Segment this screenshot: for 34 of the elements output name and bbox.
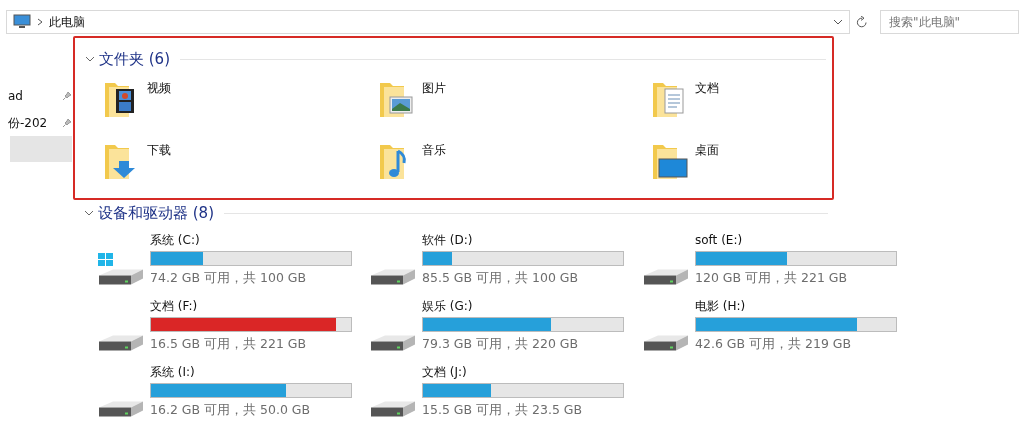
free-space-text: 79.3 GB 可用，共 220 GB <box>422 334 580 353</box>
computer-icon <box>13 14 31 29</box>
drive-name[interactable]: 系统 (I:) <box>150 362 352 381</box>
free-space-text: 15.5 GB 可用，共 23.5 GB <box>422 400 584 419</box>
folder-name[interactable]: 桌面 <box>695 140 719 195</box>
sidebar-item[interactable]: 份-202 <box>8 113 62 132</box>
folder-name[interactable]: 音乐 <box>422 140 446 195</box>
free-space-text: 42.6 GB 可用，共 219 GB <box>695 334 853 353</box>
drive-name[interactable]: 娱乐 (G:) <box>422 296 624 315</box>
dropdown-icon <box>833 18 843 25</box>
drive-name[interactable]: soft (E:) <box>695 230 897 249</box>
chevron-icon <box>84 210 94 217</box>
drive-name[interactable]: 系统 (C:) <box>150 230 352 249</box>
address-path: 此电脑 <box>49 13 86 31</box>
folder-name[interactable]: 下载 <box>147 140 171 195</box>
sidebar-item[interactable]: ad <box>8 86 62 105</box>
section-title: 设备和驱动器 (8) <box>98 203 214 224</box>
free-space-text: 120 GB 可用，共 221 GB <box>695 268 849 287</box>
folder-name[interactable]: 文档 <box>695 78 719 133</box>
free-space-text: 16.5 GB 可用，共 221 GB <box>150 334 308 353</box>
folder-name[interactable]: 视频 <box>147 78 171 133</box>
search-field[interactable]: 搜索"此电脑" <box>880 9 1019 34</box>
free-space-text: 16.2 GB 可用，共 50.0 GB <box>150 400 312 419</box>
section-title: 文件夹 (6) <box>99 49 170 70</box>
drive-name[interactable]: 文档 (F:) <box>150 296 352 315</box>
free-space-text: 74.2 GB 可用，共 100 GB <box>150 268 308 287</box>
chevron-icon <box>85 56 95 63</box>
drive-name[interactable]: 软件 (D:) <box>422 230 624 249</box>
drive-name[interactable]: 电影 (H:) <box>695 296 897 315</box>
drive-name[interactable]: 文档 (J:) <box>422 362 624 381</box>
chevron-icon <box>37 17 43 26</box>
address-bar[interactable]: 此电脑 <box>6 9 850 34</box>
folder-name[interactable]: 图片 <box>422 78 446 133</box>
free-space-text: 85.5 GB 可用，共 100 GB <box>422 268 580 287</box>
